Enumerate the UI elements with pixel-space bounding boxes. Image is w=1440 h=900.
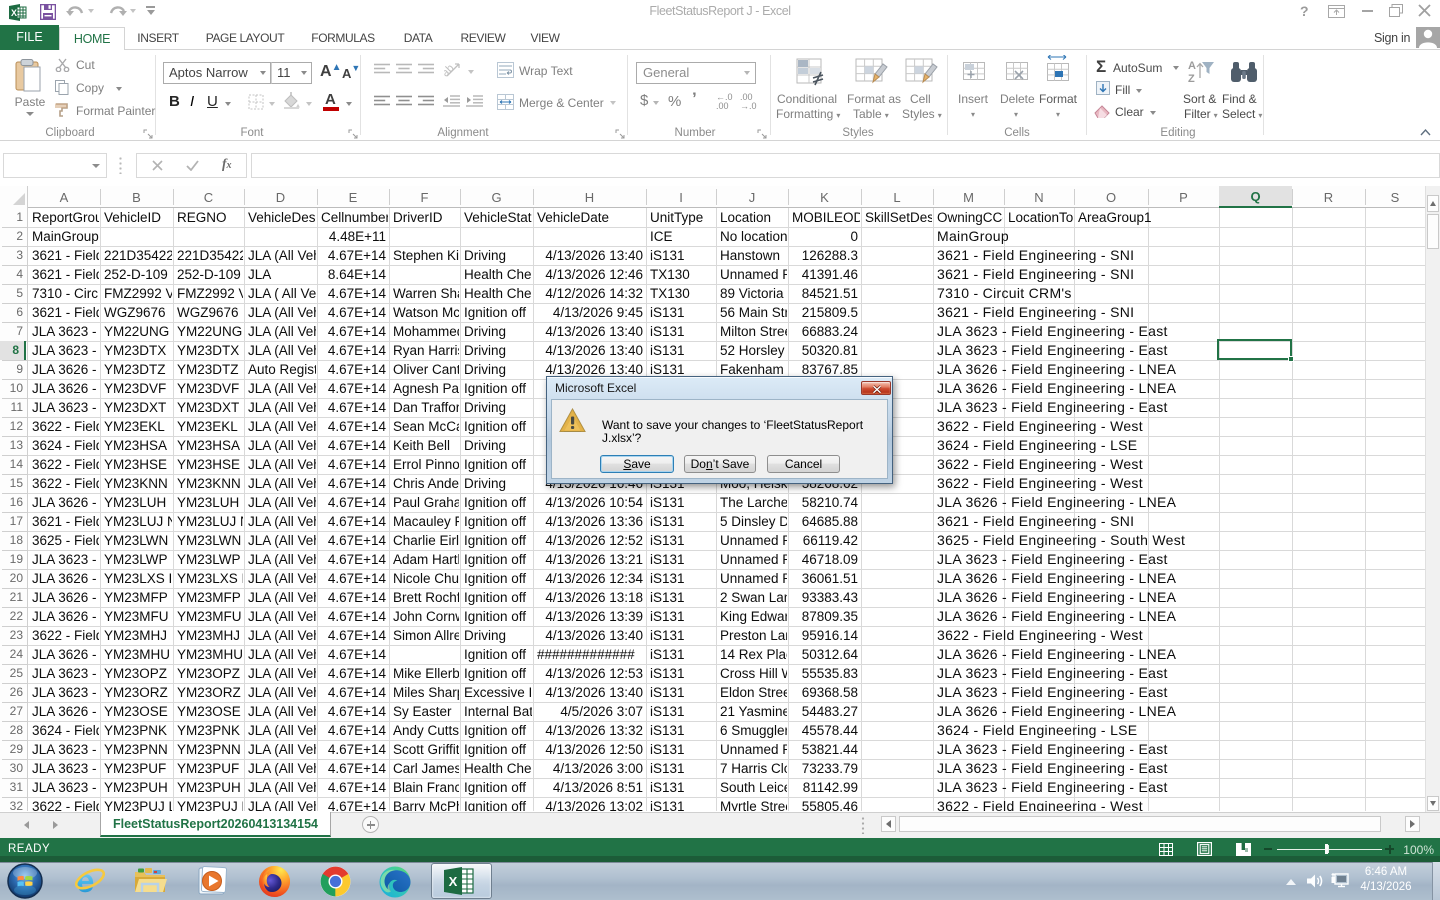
svg-text:X: X bbox=[449, 874, 458, 889]
svg-text:Z: Z bbox=[1188, 73, 1195, 85]
svg-text:X: X bbox=[11, 8, 17, 18]
svg-text:A: A bbox=[1188, 60, 1196, 72]
svg-text:ab: ab bbox=[444, 62, 457, 79]
